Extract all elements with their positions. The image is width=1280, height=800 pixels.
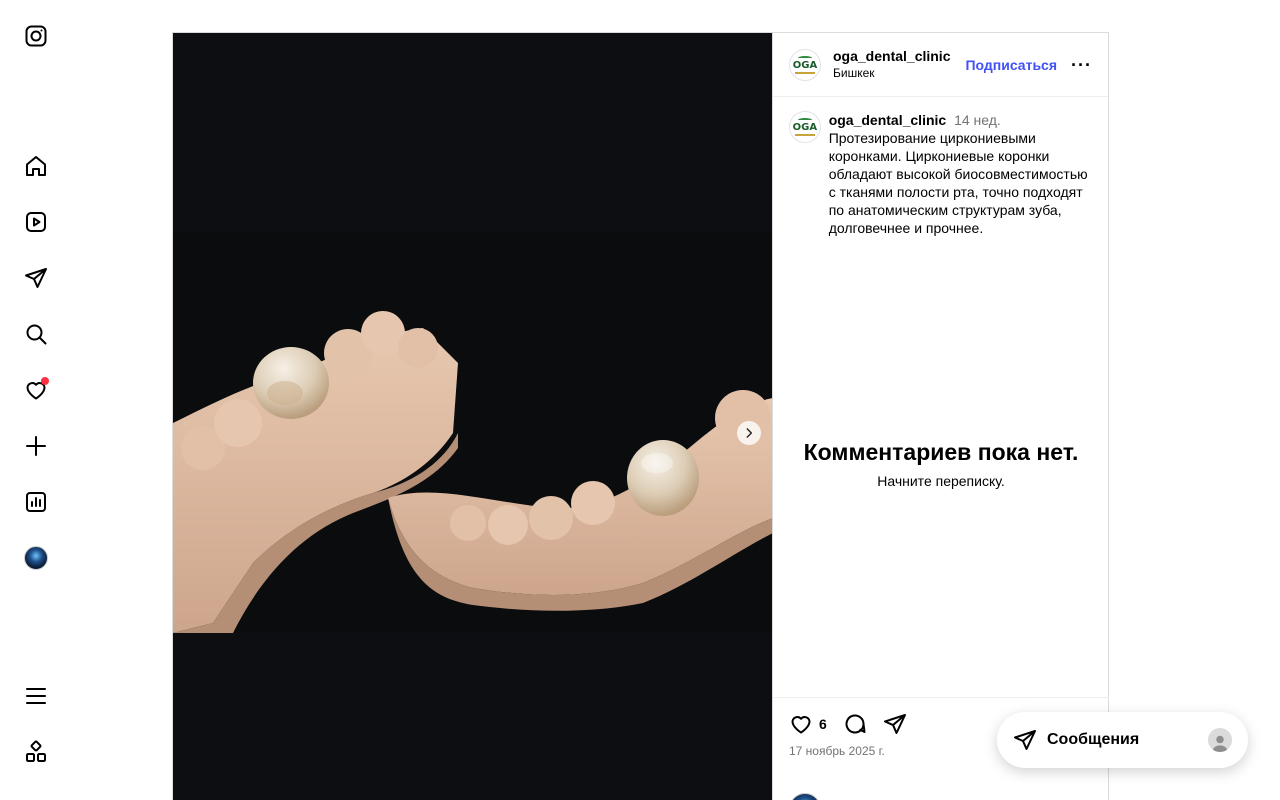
post-header: OGA oga_dental_clinic Бишкек Подписаться… bbox=[773, 33, 1108, 97]
dental-models-image bbox=[173, 233, 772, 633]
menu-icon[interactable] bbox=[22, 682, 50, 710]
reels-icon[interactable] bbox=[22, 208, 50, 236]
more-apps-icon[interactable] bbox=[22, 738, 50, 766]
create-icon[interactable] bbox=[22, 432, 50, 460]
commenter-avatar bbox=[789, 793, 821, 800]
caption-avatar[interactable]: OGA bbox=[789, 111, 821, 143]
empty-comments-title: Комментариев пока нет. bbox=[803, 439, 1079, 465]
notifications-icon[interactable] bbox=[22, 376, 50, 404]
notification-badge bbox=[41, 377, 49, 385]
empty-comments-subtitle: Начните переписку. bbox=[877, 473, 1005, 489]
messages-icon[interactable] bbox=[22, 264, 50, 292]
messages-popup[interactable]: Сообщения bbox=[997, 712, 1248, 768]
dashboard-icon[interactable] bbox=[22, 488, 50, 516]
more-options-icon[interactable]: ··· bbox=[1071, 56, 1092, 74]
author-avatar[interactable]: OGA bbox=[789, 48, 821, 81]
home-icon[interactable] bbox=[22, 152, 50, 180]
avatar-logo-text: OGA bbox=[792, 122, 818, 133]
instagram-logo-icon[interactable] bbox=[22, 22, 50, 50]
share-icon[interactable] bbox=[883, 712, 907, 736]
post-media[interactable] bbox=[173, 33, 772, 800]
post-side-panel: OGA oga_dental_clinic Бишкек Подписаться… bbox=[772, 33, 1109, 800]
comment-icon[interactable] bbox=[843, 712, 867, 736]
like-icon[interactable] bbox=[789, 712, 813, 736]
caption-time[interactable]: 14 нед. bbox=[954, 112, 1001, 128]
avatar bbox=[24, 546, 48, 570]
next-slide-button[interactable] bbox=[737, 421, 761, 445]
comment-row bbox=[789, 793, 1043, 800]
follow-button[interactable]: Подписаться bbox=[965, 57, 1057, 73]
sidebar bbox=[0, 0, 72, 800]
author-location[interactable]: Бишкек bbox=[833, 65, 965, 81]
chevron-right-icon bbox=[746, 428, 753, 438]
post-dialog: OGA oga_dental_clinic Бишкек Подписаться… bbox=[172, 32, 1109, 800]
user-placeholder-icon bbox=[1212, 735, 1228, 752]
caption-username[interactable]: oga_dental_clinic bbox=[829, 112, 946, 128]
like-count[interactable]: 6 bbox=[819, 716, 827, 732]
empty-comments: Комментариев пока нет. Начните переписку… bbox=[773, 437, 1109, 489]
profile-icon[interactable] bbox=[22, 544, 50, 572]
direct-icon bbox=[1014, 730, 1036, 750]
caption-text: Протезирование циркониевыми коронками. Ц… bbox=[828, 130, 1088, 236]
messages-label: Сообщения bbox=[1047, 731, 1140, 748]
avatar-logo-text: OGA bbox=[792, 59, 818, 71]
search-icon[interactable] bbox=[22, 320, 50, 348]
messages-avatar bbox=[1208, 728, 1232, 752]
post-photo bbox=[173, 233, 772, 633]
post-caption: OGA oga_dental_clinic 14 нед. Протезиров… bbox=[773, 97, 1108, 237]
author-username[interactable]: oga_dental_clinic bbox=[833, 48, 965, 65]
